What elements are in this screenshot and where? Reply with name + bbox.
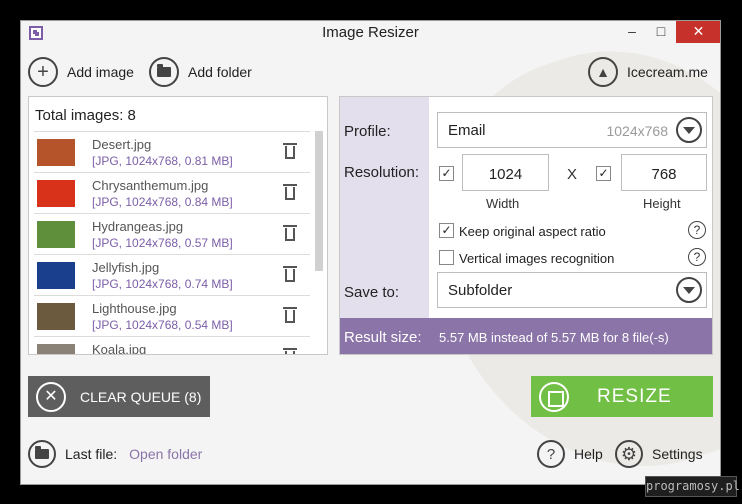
- help-label: Help: [574, 446, 603, 462]
- file-name: Lighthouse.jpg: [92, 301, 177, 316]
- file-meta: [JPG, 1024x768, 0.57 MB]: [92, 236, 233, 250]
- list-item[interactable]: Desert.jpg [JPG, 1024x768, 0.81 MB]: [34, 131, 310, 172]
- last-file-label: Last file:: [65, 446, 118, 462]
- profile-label: Profile:: [344, 123, 391, 140]
- profile-dropdown[interactable]: Email 1024x768: [437, 112, 707, 148]
- image-thumbnail: [37, 221, 75, 248]
- profile-resolution-hint: 1024x768: [606, 123, 668, 139]
- file-meta: [JPG, 1024x768, 0.54 MB]: [92, 318, 233, 332]
- file-meta: [JPG, 1024x768, 0.84 MB]: [92, 195, 233, 209]
- close-button[interactable]: ✕: [676, 21, 720, 43]
- file-name: Desert.jpg: [92, 137, 152, 152]
- add-image-button[interactable]: + Add image: [28, 57, 134, 87]
- trash-icon[interactable]: [283, 307, 297, 323]
- resolution-label: Resolution:: [344, 164, 420, 181]
- image-thumbnail: [37, 139, 75, 166]
- minimize-button[interactable]: –: [618, 21, 646, 43]
- height-checkbox[interactable]: ✓: [596, 166, 611, 181]
- help-icon: ?: [537, 440, 565, 468]
- add-image-label: Add image: [67, 64, 134, 80]
- site-watermark-badge: programosy.pl: [645, 476, 740, 497]
- image-thumbnail: [37, 344, 75, 354]
- last-file-area: Last file: Open folder: [28, 440, 202, 468]
- resize-label: RESIZE: [597, 385, 672, 407]
- clear-queue-button[interactable]: ✕ CLEAR QUEUE (8): [28, 376, 210, 417]
- title-bar: Image Resizer – □ ✕: [21, 21, 720, 45]
- trash-icon[interactable]: [283, 184, 297, 200]
- saveto-dropdown[interactable]: Subfolder: [437, 272, 707, 308]
- add-folder-button[interactable]: Add folder: [149, 57, 252, 87]
- image-thumbnail: [37, 303, 75, 330]
- add-folder-label: Add folder: [188, 64, 252, 80]
- total-images: Total images: 8: [35, 107, 136, 124]
- result-value: 5.57 MB instead of 5.57 MB for 8 file(-s…: [439, 330, 669, 345]
- folder-icon[interactable]: [28, 440, 56, 468]
- saveto-value: Subfolder: [448, 282, 513, 299]
- settings-label: Settings: [652, 446, 703, 462]
- vertical-recognition-label: Vertical images recognition: [459, 251, 615, 266]
- open-folder-link[interactable]: Open folder: [129, 446, 202, 462]
- image-thumbnail: [37, 180, 75, 207]
- height-caption: Height: [643, 196, 681, 211]
- vertical-help-icon[interactable]: ?: [688, 248, 706, 266]
- brand-label: Icecream.me: [627, 64, 708, 80]
- list-item[interactable]: Koala.jpg: [34, 336, 310, 355]
- icecream-logo-icon: ▲: [588, 57, 618, 87]
- chevron-down-icon: [676, 277, 702, 303]
- resize-button[interactable]: RESIZE: [531, 376, 713, 417]
- file-name: Chrysanthemum.jpg: [92, 178, 209, 193]
- file-meta: [JPG, 1024x768, 0.74 MB]: [92, 277, 233, 291]
- window-title: Image Resizer: [322, 24, 419, 41]
- resize-icon: [539, 381, 569, 412]
- width-input[interactable]: 1024: [462, 154, 549, 191]
- maximize-button[interactable]: □: [648, 21, 674, 43]
- gear-icon: ⚙: [615, 440, 643, 468]
- close-circle-icon: ✕: [36, 381, 66, 412]
- clear-queue-label: CLEAR QUEUE (8): [80, 388, 202, 405]
- result-label: Result size:: [344, 329, 422, 346]
- image-thumbnail: [37, 262, 75, 289]
- width-caption: Width: [486, 196, 520, 211]
- list-item[interactable]: Jellyfish.jpg [JPG, 1024x768, 0.74 MB]: [34, 254, 310, 295]
- width-checkbox[interactable]: ✓: [439, 166, 454, 181]
- icecream-link[interactable]: ▲ Icecream.me: [588, 57, 708, 87]
- trash-icon[interactable]: [283, 348, 297, 354]
- folder-icon: [149, 57, 179, 87]
- help-button[interactable]: ? Help: [537, 440, 603, 468]
- trash-icon[interactable]: [283, 266, 297, 282]
- profile-value: Email: [448, 122, 486, 139]
- file-name: Koala.jpg: [92, 342, 147, 355]
- image-list-panel: Total images: 8 Desert.jpg [JPG, 1024x768…: [28, 96, 328, 355]
- keep-aspect-label: Keep original aspect ratio: [459, 224, 606, 239]
- settings-panel: Profile: Email 1024x768 Resolution: ✓ 10…: [339, 96, 713, 355]
- trash-icon[interactable]: [283, 143, 297, 159]
- list-scrollbar[interactable]: [315, 131, 323, 271]
- times-sign: X: [567, 166, 578, 183]
- keep-aspect-checkbox[interactable]: ✓: [439, 223, 454, 238]
- trash-icon[interactable]: [283, 225, 297, 241]
- height-input[interactable]: 768: [621, 154, 707, 191]
- app-window: Image Resizer – □ ✕ + Add image Add fold…: [20, 20, 721, 485]
- image-list: Desert.jpg [JPG, 1024x768, 0.81 MB] Chrysa…: [34, 131, 310, 355]
- result-bar: Result size: 5.57 MB instead of 5.57 MB …: [340, 318, 712, 354]
- list-item[interactable]: Hydrangeas.jpg [JPG, 1024x768, 0.57 MB]: [34, 213, 310, 254]
- plus-icon: +: [28, 57, 58, 87]
- file-name: Hydrangeas.jpg: [92, 219, 184, 234]
- file-name: Jellyfish.jpg: [92, 260, 160, 275]
- list-item[interactable]: Chrysanthemum.jpg [JPG, 1024x768, 0.84 MB…: [34, 172, 310, 213]
- chevron-down-icon: [676, 117, 702, 143]
- list-item[interactable]: Lighthouse.jpg [JPG, 1024x768, 0.54 MB]: [34, 295, 310, 336]
- vertical-recognition-checkbox[interactable]: [439, 250, 454, 265]
- keep-aspect-help-icon[interactable]: ?: [688, 221, 706, 239]
- settings-button[interactable]: ⚙ Settings: [615, 440, 703, 468]
- file-meta: [JPG, 1024x768, 0.81 MB]: [92, 154, 233, 168]
- saveto-label: Save to:: [344, 284, 400, 301]
